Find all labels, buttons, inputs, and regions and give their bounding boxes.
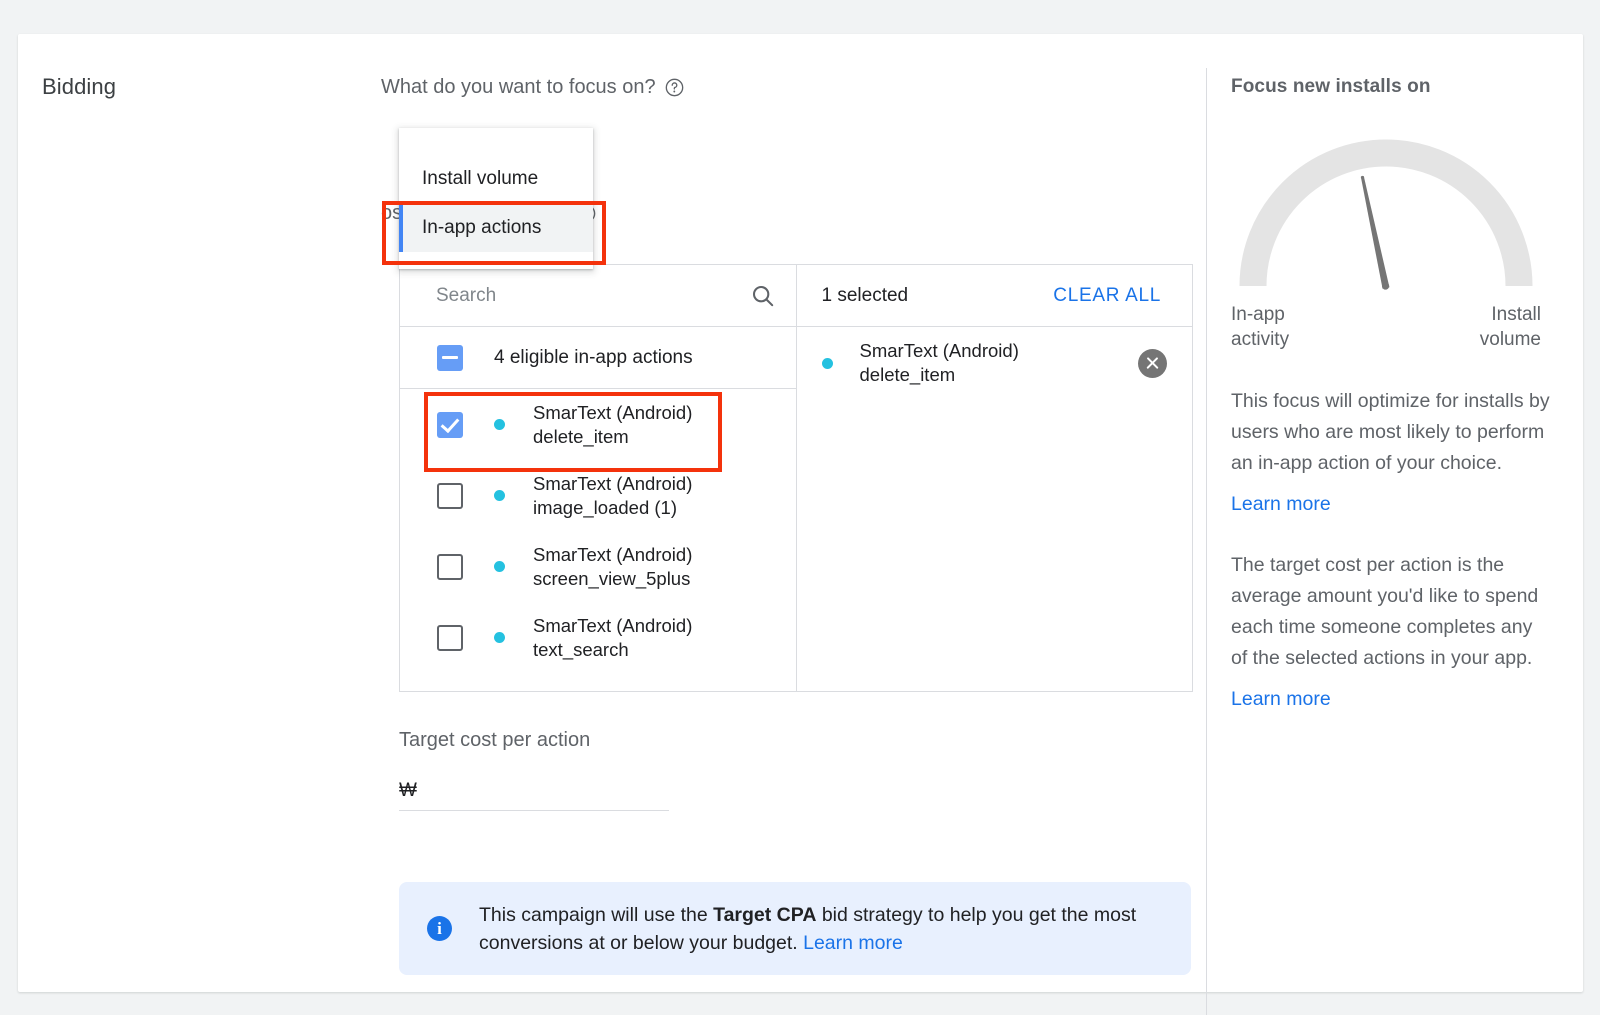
option-checkbox[interactable]	[437, 483, 463, 509]
conversion-dot-icon	[494, 632, 505, 643]
rail-divider	[1206, 68, 1207, 1015]
select-all-row[interactable]: 4 eligible in-app actions	[400, 327, 796, 389]
focus-question: What do you want to focus on?	[381, 76, 684, 99]
selected-header: 1 selected CLEAR ALL	[797, 265, 1193, 327]
in-app-actions-picker: 4 eligible in-app actions SmarText (Andr…	[399, 264, 1193, 692]
info-icon: i	[427, 916, 452, 941]
list-item[interactable]: SmarText (Android) screen_view_5plus	[400, 531, 796, 602]
close-circle-icon[interactable]	[1138, 349, 1167, 378]
page-title: Bidding	[42, 74, 116, 100]
conversion-dot-icon	[494, 490, 505, 501]
search-row	[400, 265, 796, 327]
target-cost-label: Target cost per action	[399, 729, 590, 752]
option-label: SmarText (Android) screen_view_5plus	[533, 543, 692, 591]
gauge-track	[1253, 153, 1519, 286]
gauge-needle	[1359, 175, 1390, 290]
banner-text-before: This campaign will use the	[479, 904, 713, 926]
gauge-label-left: In-app activity	[1231, 302, 1323, 352]
dropdown-option-in-app-actions[interactable]: In-app actions	[399, 203, 593, 252]
rail-paragraph-1: This focus will optimize for installs by…	[1231, 386, 1551, 479]
conversion-dot-icon	[822, 358, 833, 369]
rail-title: Focus new installs on	[1231, 76, 1561, 98]
clear-all-button[interactable]: CLEAR ALL	[1047, 284, 1167, 308]
currency-symbol: ₩	[399, 780, 417, 802]
target-cost-input[interactable]	[427, 779, 676, 803]
picker-available-pane: 4 eligible in-app actions SmarText (Andr…	[400, 265, 797, 691]
gauge-graphic	[1231, 126, 1541, 296]
selected-line1: SmarText (Android)	[860, 340, 1019, 361]
option-line1: SmarText (Android)	[533, 473, 692, 494]
banner-strategy-name: Target CPA	[713, 904, 816, 926]
picker-selected-pane: 1 selected CLEAR ALL SmarText (Android) …	[797, 265, 1193, 691]
focus-question-label: What do you want to focus on?	[381, 76, 656, 99]
search-icon[interactable]	[750, 283, 776, 309]
option-label: SmarText (Android) delete_item	[533, 401, 692, 449]
conversion-dot-icon	[494, 419, 505, 430]
gauge-labels: In-app activity Install volume	[1231, 302, 1541, 352]
rail-learn-more-link-1[interactable]: Learn more	[1231, 493, 1331, 516]
bidding-card: Bidding What do you want to focus on? os…	[18, 34, 1583, 992]
selected-count: 1 selected	[822, 285, 909, 307]
option-line1: SmarText (Android)	[533, 402, 692, 423]
list-item[interactable]: SmarText (Android) text_search	[400, 602, 796, 673]
option-checkbox[interactable]	[437, 625, 463, 651]
focus-dropdown-menu[interactable]: Install volume In-app actions	[399, 128, 593, 269]
help-circle-icon[interactable]	[665, 78, 684, 97]
option-line2: screen_view_5plus	[533, 568, 690, 589]
rail-paragraph-2: The target cost per action is the averag…	[1231, 550, 1551, 674]
selected-line2: delete_item	[860, 364, 956, 385]
eligible-actions-count: 4 eligible in-app actions	[494, 347, 693, 369]
gauge-label-right: Install volume	[1449, 302, 1541, 352]
dropdown-option-install-volume[interactable]: Install volume	[399, 154, 593, 203]
option-line2: image_loaded (1)	[533, 497, 677, 518]
focus-gauge	[1231, 126, 1541, 296]
info-rail: Focus new installs on In-app activity In…	[1231, 76, 1561, 711]
conversion-dot-icon	[494, 561, 505, 572]
dropdown-option-label: Install volume	[422, 168, 538, 190]
target-cost-field: ₩	[399, 771, 669, 811]
option-line2: text_search	[533, 639, 629, 660]
selected-item: SmarText (Android) delete_item	[797, 327, 1193, 399]
option-checkbox[interactable]	[437, 412, 463, 438]
option-label: SmarText (Android) image_loaded (1)	[533, 472, 692, 520]
option-label: SmarText (Android) text_search	[533, 614, 692, 662]
option-line1: SmarText (Android)	[533, 615, 692, 636]
banner-learn-more-link[interactable]: Learn more	[803, 932, 903, 954]
banner-text: This campaign will use the Target CPA bi…	[479, 901, 1163, 957]
list-item[interactable]: SmarText (Android) image_loaded (1)	[400, 460, 796, 531]
screen-root: Bidding What do you want to focus on? os…	[0, 0, 1600, 1015]
option-line1: SmarText (Android)	[533, 544, 692, 565]
bid-strategy-banner: i This campaign will use the Target CPA …	[399, 882, 1191, 975]
selected-item-label: SmarText (Android) delete_item	[860, 339, 1139, 387]
option-line2: delete_item	[533, 426, 629, 447]
option-checkbox[interactable]	[437, 554, 463, 580]
rail-learn-more-link-2[interactable]: Learn more	[1231, 688, 1331, 711]
list-item[interactable]: SmarText (Android) delete_item	[400, 389, 796, 460]
dropdown-option-label: In-app actions	[422, 217, 541, 239]
select-all-checkbox[interactable]	[437, 345, 463, 371]
search-input[interactable]	[434, 284, 750, 308]
